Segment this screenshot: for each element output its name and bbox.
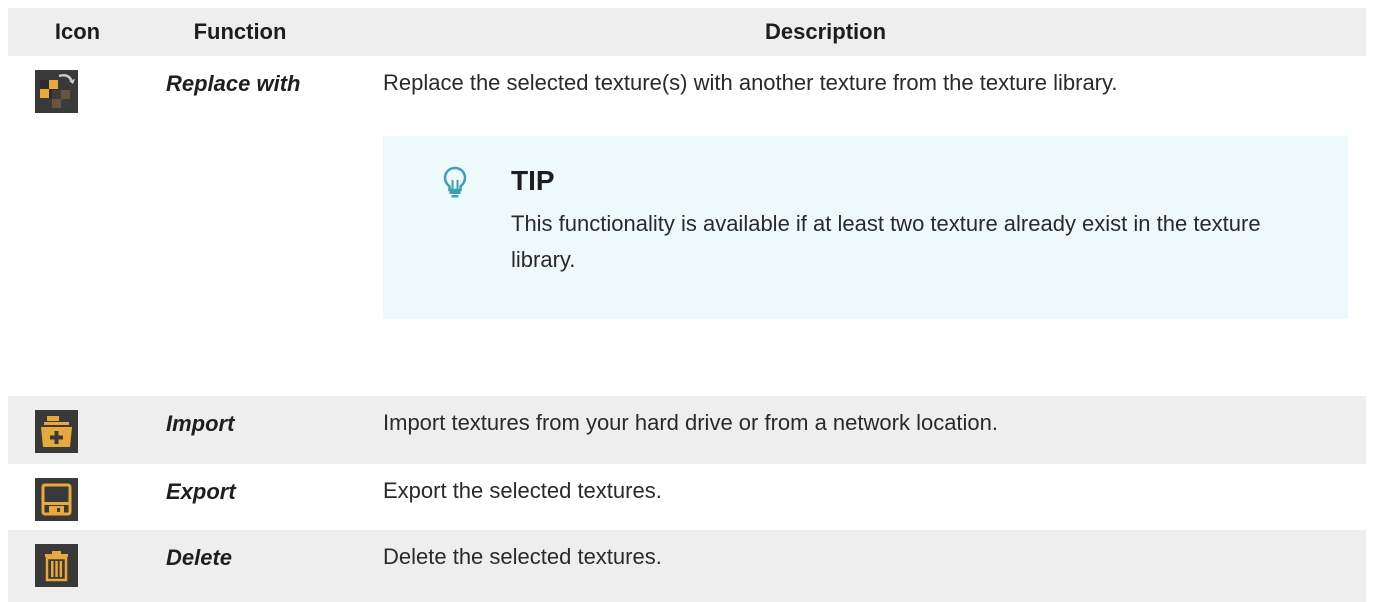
header-function: Function	[193, 19, 287, 44]
table-row: Export Export the selected textures.	[8, 464, 1366, 530]
function-replace-with: Replace with	[166, 71, 301, 96]
description-replace-with: Replace the selected texture(s) with ano…	[383, 70, 1118, 95]
function-import: Import	[166, 411, 235, 436]
table-row: Import Import textures from your hard dr…	[8, 396, 1366, 464]
description-import: Import textures from your hard drive or …	[383, 410, 999, 435]
delete-trash-icon	[35, 544, 78, 587]
replace-texture-icon	[35, 70, 78, 113]
tip-text: This functionality is available if at le…	[511, 211, 1261, 272]
import-folder-icon	[35, 410, 78, 453]
icon-cell	[8, 464, 147, 521]
functions-table: Icon Function Description Replace with R…	[8, 8, 1366, 602]
function-export: Export	[166, 479, 236, 504]
icon-cell	[8, 396, 147, 453]
table-row: Replace with Replace the selected textur…	[8, 56, 1366, 396]
function-delete: Delete	[166, 545, 233, 570]
description-cell: Replace the selected texture(s) with ano…	[383, 56, 1366, 319]
table-header-row: Icon Function Description	[8, 8, 1366, 56]
lightbulb-icon	[443, 166, 467, 198]
header-description: Description	[764, 19, 887, 44]
icon-cell	[8, 56, 147, 113]
description-delete: Delete the selected textures.	[383, 544, 662, 569]
tip-title: TIP	[511, 165, 555, 196]
header-icon: Icon	[54, 19, 101, 44]
tip-callout: TIP This functionality is available if a…	[383, 136, 1348, 319]
export-save-icon	[35, 478, 78, 521]
description-export: Export the selected textures.	[383, 478, 662, 503]
table-row: Delete Delete the selected textures.	[8, 530, 1366, 602]
icon-cell	[8, 530, 147, 587]
